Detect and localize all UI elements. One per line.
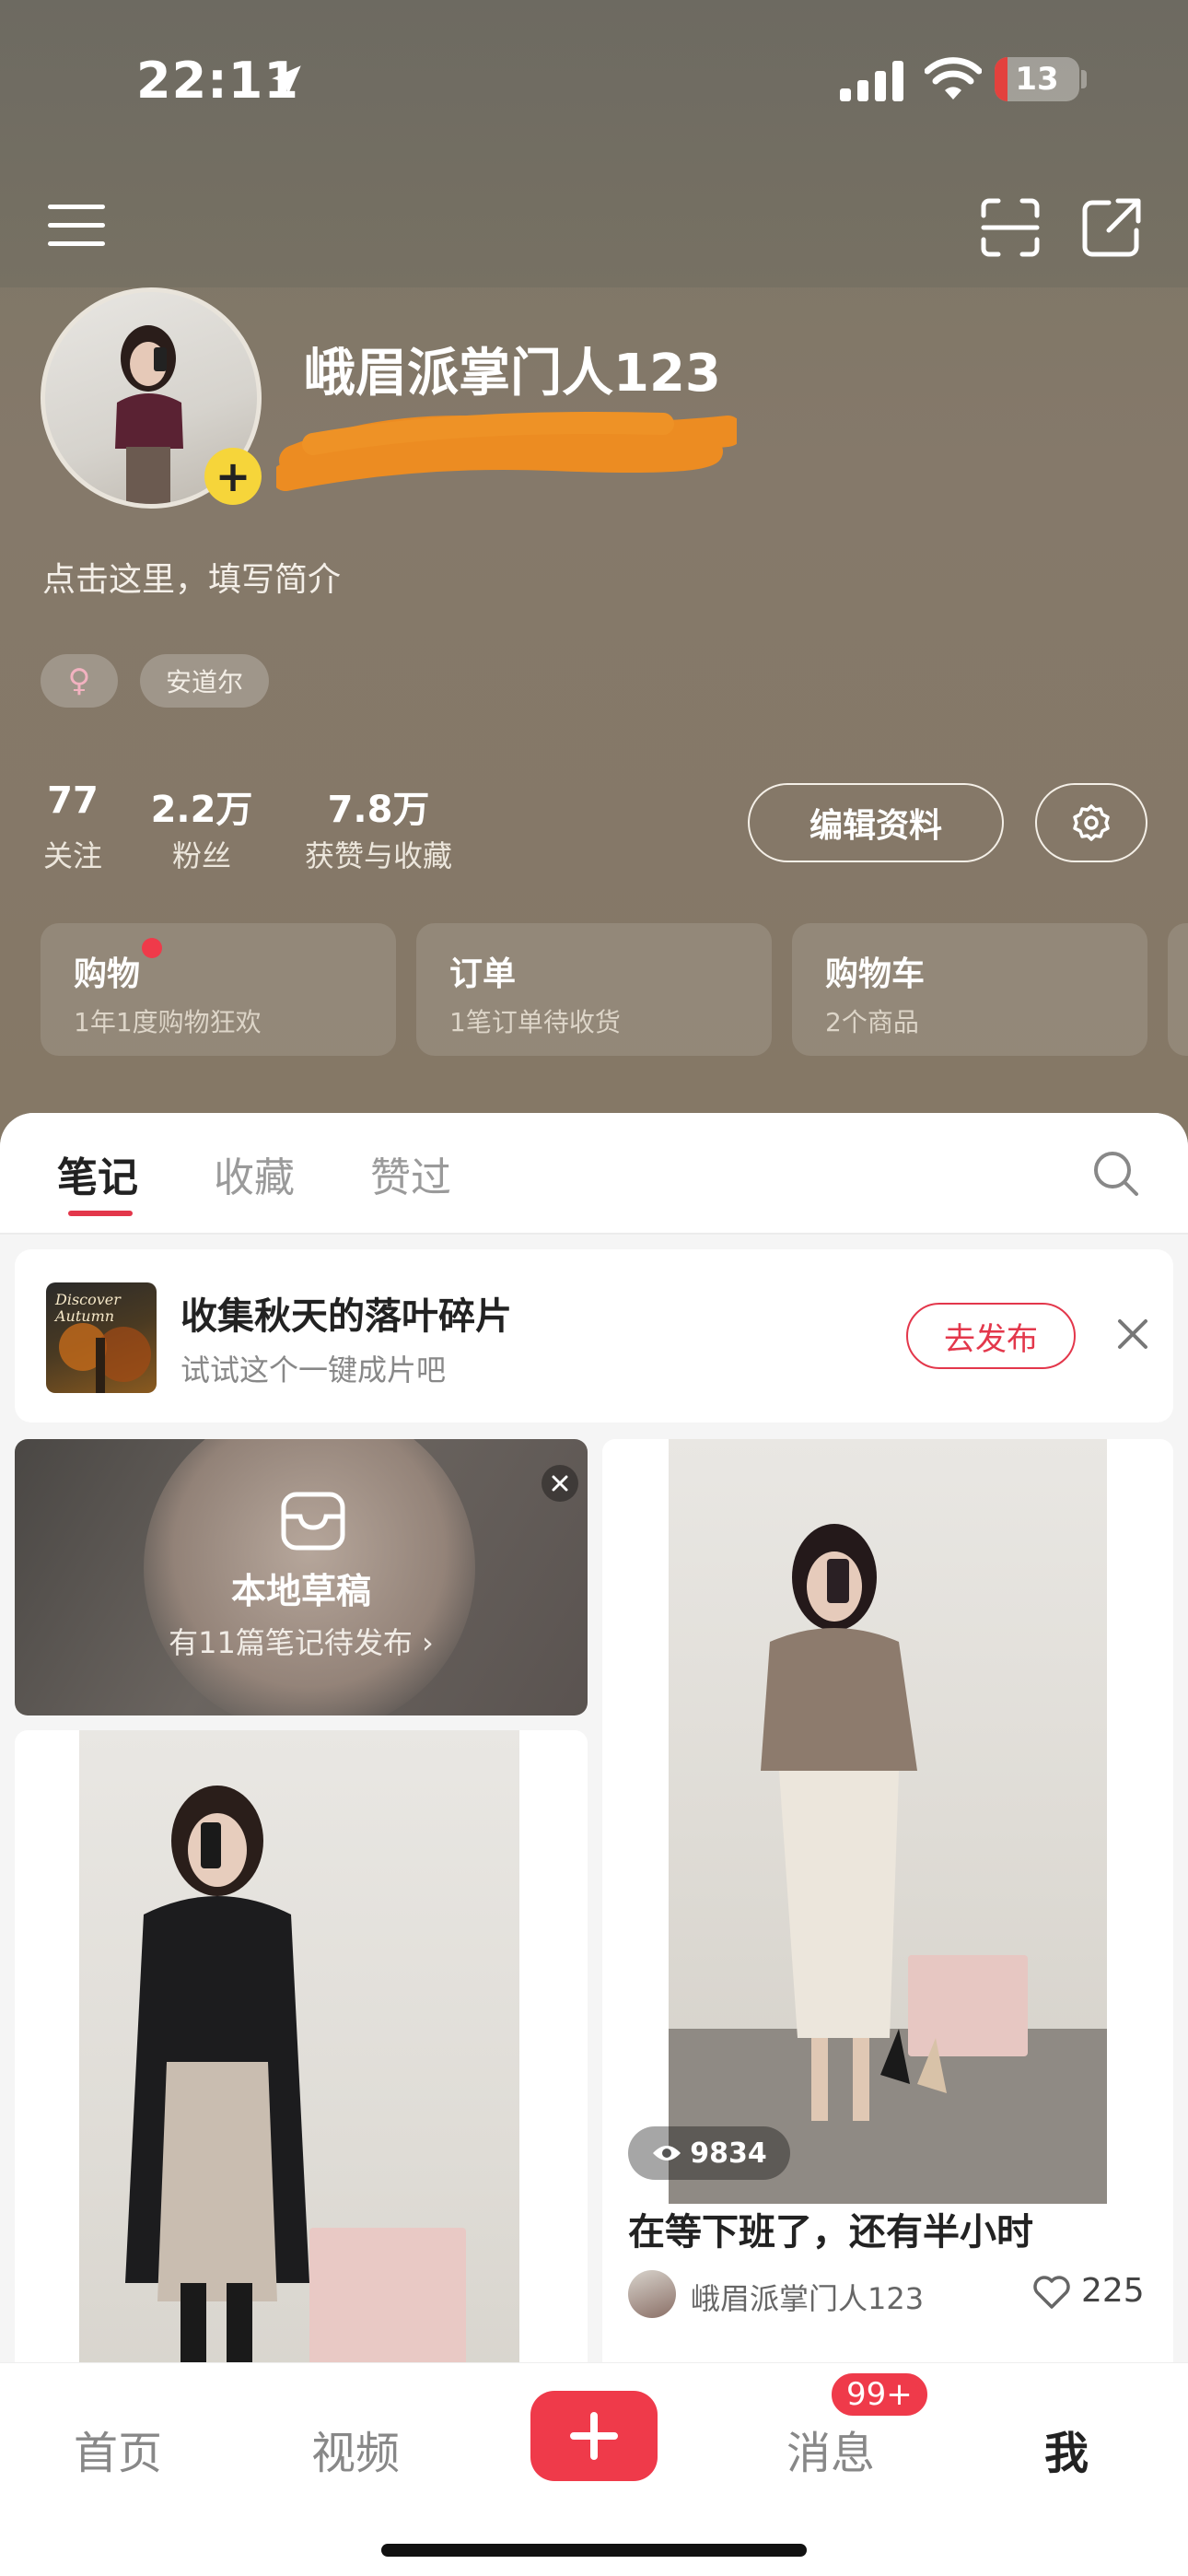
followers-count[interactable]: 2.2万 [144,779,260,833]
wifi-icon [925,57,982,100]
location-tag: 安道尔 [140,654,269,708]
drafts-box-icon [281,1492,345,1551]
followers-label: 粉丝 [171,838,231,873]
content-sheet: 笔记 收藏 赞过 Discover Autumn 收集秋天的落叶碎片 试试这个一… [0,1113,1188,2576]
female-icon: ♀ [67,662,91,699]
add-avatar-button[interactable]: + [204,448,262,505]
gender-tag: ♀ [41,654,118,708]
redaction-scribble [276,411,737,491]
bottom-navigation: 首页 视频 消息 99+ 我 [0,2362,1188,2576]
following-count[interactable]: 77 [41,779,105,822]
note-photo [669,1439,1107,2204]
bio-prompt[interactable]: 点击这里，填写简介 [42,553,341,601]
outfit-photo-figure [669,1524,1107,2204]
notification-dot [142,938,162,958]
edit-profile-button[interactable]: 编辑资料 [748,783,1004,862]
promo-banner[interactable]: Discover Autumn 收集秋天的落叶碎片 试试这个一键成片吧 去发布 [15,1249,1173,1423]
view-count: 9834 [690,2137,767,2170]
following-label: 关注 [42,838,102,873]
card-title: 订单 [449,955,517,993]
search-icon[interactable] [1092,1150,1140,1198]
nav-me[interactable]: 我 [1044,2417,1089,2481]
promo-subtitle: 试试这个一键成片吧 [181,1352,447,1388]
drafts-title: 本地草稿 [230,1571,371,1611]
create-post-button[interactable] [530,2391,658,2481]
eye-icon [653,2146,681,2160]
battery-level: 13 [1015,61,1059,98]
autumn-scene-image [59,1323,151,1393]
home-indicator [381,2544,807,2557]
likes-collects-label: 获赞与收藏 [304,838,452,873]
like-count: 225 [1081,2272,1145,2310]
settings-button[interactable] [1035,783,1147,862]
card-subtitle: 1年1度购物狂欢 [74,1007,262,1037]
nav-home[interactable]: 首页 [74,2417,162,2481]
drafts-subtitle[interactable]: 有11篇笔记待发布 › [15,1620,588,1662]
gear-icon [1073,804,1110,841]
tab-collections[interactable]: 收藏 [214,1144,295,1203]
author-name[interactable]: 峨眉派掌门人123 [691,2276,924,2318]
battery-indicator: 13 [995,57,1079,101]
tab-liked[interactable]: 赞过 [370,1144,451,1203]
battery-nub [1081,70,1087,88]
share-icon[interactable] [1081,197,1142,258]
shopping-card[interactable]: 购物 1年1度购物狂欢 [41,923,396,1056]
scan-icon[interactable] [980,197,1041,258]
location-arrow-icon [272,65,301,95]
promo-thumbnail: Discover Autumn [46,1282,157,1393]
local-drafts-card[interactable]: 本地草稿 有11篇笔记待发布 › [15,1439,588,1715]
card-subtitle: 1笔订单待收货 [449,1007,621,1037]
orders-card[interactable]: 订单 1笔订单待收货 [416,923,772,1056]
cart-card[interactable]: 购物车 2个商品 [792,923,1147,1056]
author-avatar[interactable] [628,2270,676,2318]
tab-notes[interactable]: 笔记 [57,1144,138,1203]
view-count-badge: 9834 [628,2126,790,2180]
promo-title: 收集秋天的落叶碎片 [181,1295,512,1338]
card-title: 购物 [74,955,141,993]
close-icon [552,1475,568,1492]
heart-icon[interactable] [1031,2272,1072,2313]
publish-button[interactable]: 去发布 [906,1303,1076,1369]
draft-close-button[interactable] [542,1465,578,1502]
content-tabs: 笔记 收藏 赞过 [0,1113,1188,1235]
plus-icon [570,2412,618,2460]
note-title: 在等下班了，还有半小时 [628,2211,1033,2254]
close-icon[interactable] [1114,1316,1151,1352]
active-tab-indicator [68,1211,133,1216]
nav-messages[interactable]: 消息 [786,2417,875,2481]
username: 峨眉派掌门人123 [304,344,721,404]
card-subtitle: 2个商品 [825,1007,919,1037]
nav-video[interactable]: 视频 [311,2417,400,2481]
cellular-signal-icon [840,61,903,101]
next-card-peek[interactable] [1168,923,1188,1056]
card-title: 购物车 [825,955,926,993]
messages-badge: 99+ [829,2371,930,2418]
likes-collects-count[interactable]: 7.8万 [300,779,457,833]
menu-icon[interactable] [48,205,105,247]
